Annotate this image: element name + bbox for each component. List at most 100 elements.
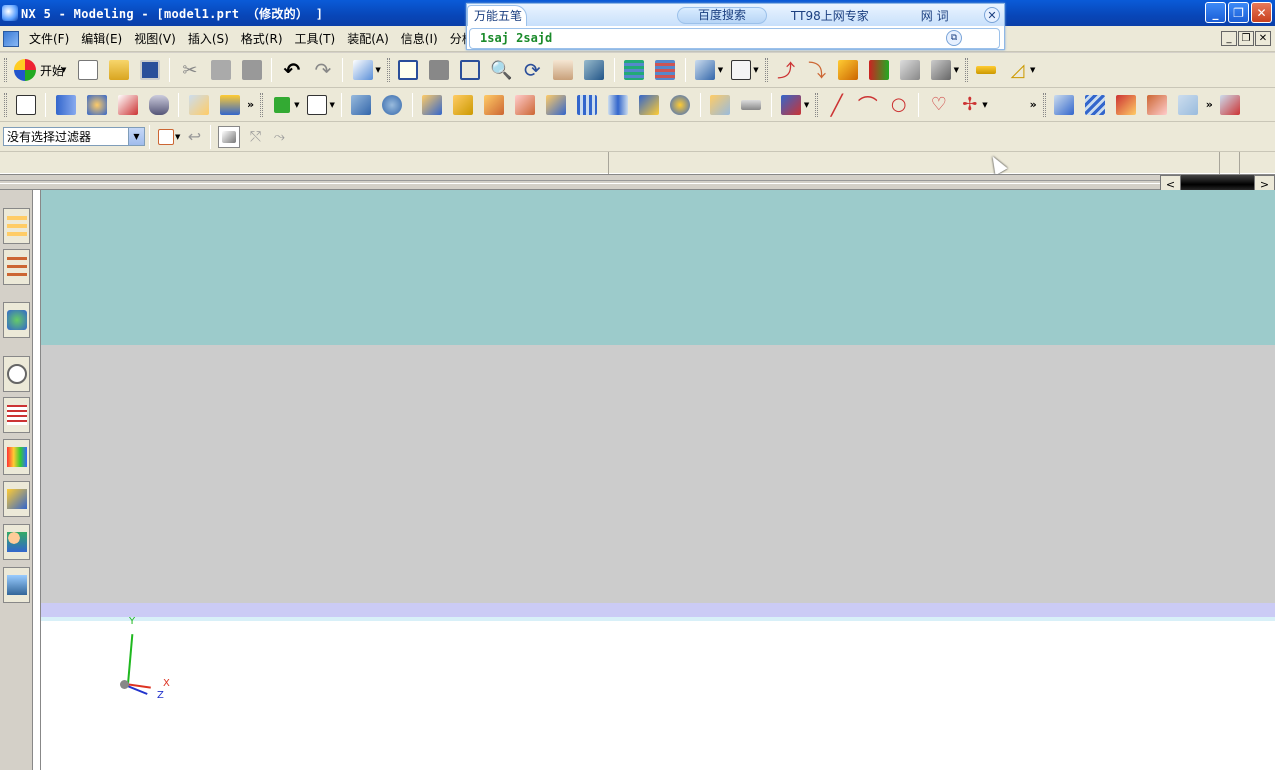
trim-body-icon[interactable] — [637, 92, 662, 117]
chevron-down-icon[interactable]: ▼ — [375, 66, 380, 74]
mirror-icon[interactable] — [606, 92, 631, 117]
toolbar-grip[interactable] — [1042, 92, 1046, 117]
selection-tool-icon[interactable] — [350, 58, 375, 83]
new-file-icon[interactable] — [75, 58, 100, 83]
ime-tab-tt98[interactable]: TT98上网专家 — [785, 7, 875, 24]
reuse-library-tab[interactable] — [3, 397, 30, 433]
datum-axis-icon[interactable] — [217, 92, 242, 117]
menu-edit[interactable]: 编辑(E) — [75, 26, 128, 52]
toolbar-grip[interactable] — [260, 92, 264, 117]
more-tools-icon[interactable]: » — [1206, 98, 1213, 111]
through-mesh-icon[interactable] — [1083, 92, 1108, 117]
swept-surface-icon[interactable] — [1114, 92, 1139, 117]
toolbar-grip[interactable] — [386, 58, 390, 82]
toolbar-grip[interactable] — [964, 58, 968, 82]
menu-insert[interactable]: 插入(S) — [182, 26, 235, 52]
history-clock-tab[interactable] — [3, 356, 30, 392]
datum-plane-icon[interactable] — [186, 92, 211, 117]
assembly-navigator-tab[interactable] — [3, 208, 30, 244]
layer-visibility-icon[interactable] — [653, 58, 678, 83]
more-tools-icon[interactable]: » — [1030, 98, 1037, 111]
layer-settings-icon[interactable] — [622, 58, 647, 83]
chevron-down-icon[interactable]: ▼ — [804, 101, 809, 109]
draft-icon[interactable] — [513, 92, 538, 117]
document-icon[interactable] — [3, 30, 19, 47]
wcs-icon[interactable]: ⤴ — [774, 58, 799, 83]
bounded-plane-icon[interactable] — [1176, 92, 1201, 117]
menu-tools[interactable]: 工具(T) — [289, 26, 342, 52]
open-folder-icon[interactable] — [106, 58, 131, 83]
chevron-down-icon[interactable]: ▼ — [294, 101, 299, 109]
graphics-window[interactable]: Y X Z — [41, 190, 1275, 770]
toolbar-grip[interactable] — [815, 92, 819, 117]
pan-icon[interactable] — [551, 58, 576, 83]
deselect-all-icon[interactable]: ↩ — [185, 124, 203, 149]
measure-angle-icon[interactable]: ◿ — [1005, 58, 1030, 83]
maximize-button[interactable]: ❐ — [1228, 2, 1249, 23]
snap-curve-icon[interactable]: ⤳ — [270, 124, 288, 149]
snap-point-icon[interactable]: ⤲ — [246, 124, 264, 149]
subtract-icon[interactable] — [380, 92, 405, 117]
chevron-down-icon[interactable]: ▼ — [718, 66, 723, 74]
close-button[interactable]: ✕ — [1251, 2, 1272, 23]
shaded-view-icon[interactable] — [427, 58, 452, 83]
copy-icon[interactable] — [208, 58, 233, 83]
chevron-down-icon[interactable]: ▼ — [1030, 66, 1035, 74]
rectangle-icon[interactable] — [305, 92, 330, 117]
render-style-icon[interactable] — [693, 58, 718, 83]
arc-icon[interactable]: ⌒ — [855, 92, 880, 118]
fit-view-icon[interactable] — [396, 58, 421, 83]
shell-icon[interactable] — [544, 92, 569, 117]
ime-settings-icon[interactable]: ⧉ — [946, 30, 962, 46]
point-icon[interactable] — [269, 92, 294, 117]
through-curves-icon[interactable] — [1052, 92, 1077, 117]
web-browser-tab[interactable] — [3, 481, 30, 517]
roles-tab[interactable] — [3, 524, 30, 560]
doc-close-button[interactable]: ✕ — [1255, 31, 1271, 46]
type-filter-dropdown[interactable]: 没有选择过滤器 ▼ — [3, 127, 145, 146]
zoom-icon[interactable]: 🔍 — [489, 58, 514, 83]
toolbar-grip[interactable] — [4, 58, 7, 82]
wcs-rotate-icon[interactable] — [836, 58, 861, 83]
chevron-down-icon[interactable]: ▼ — [175, 133, 180, 141]
studio-spline-icon[interactable]: ✢ — [957, 92, 982, 117]
wcs-origin-icon[interactable]: ⤵ — [805, 58, 830, 83]
save-icon[interactable] — [137, 58, 162, 83]
system-materials-tab[interactable] — [3, 567, 30, 603]
toolbar-grip[interactable] — [4, 92, 7, 117]
ime-close-icon[interactable]: ✕ — [984, 7, 1000, 23]
ruled-surface-icon[interactable] — [1145, 92, 1170, 117]
menu-info[interactable]: 信息(I) — [395, 26, 444, 52]
circle-icon[interactable]: ○ — [886, 92, 911, 117]
offset-face-icon[interactable] — [668, 92, 693, 117]
thicken-icon[interactable] — [739, 92, 764, 117]
wcs-display-icon[interactable] — [898, 58, 923, 83]
minimize-button[interactable]: _ — [1205, 2, 1226, 23]
menu-file[interactable]: 文件(F) — [23, 26, 75, 52]
face-blend-icon[interactable] — [482, 92, 507, 117]
wcs-orient-icon[interactable] — [867, 58, 892, 83]
chevron-down-icon[interactable]: ▼ — [330, 101, 335, 109]
orient-view-icon[interactable] — [728, 58, 753, 83]
toolbar-grip[interactable] — [764, 58, 768, 82]
unite-icon[interactable] — [349, 92, 374, 117]
rotate-icon[interactable]: ⟳ — [520, 58, 545, 83]
select-feature-icon[interactable] — [218, 125, 241, 148]
chamfer-icon[interactable] — [451, 92, 476, 117]
ime-tab-words[interactable]: 网 词 — [915, 7, 955, 24]
menu-assembly[interactable]: 装配(A) — [341, 26, 395, 52]
measure-distance-icon[interactable] — [974, 58, 999, 83]
wcs-save-icon[interactable] — [929, 58, 954, 83]
zoom-window-icon[interactable] — [458, 58, 483, 83]
doc-minimize-button[interactable]: _ — [1221, 31, 1237, 46]
edge-blend-icon[interactable] — [420, 92, 445, 117]
chevron-down-icon[interactable]: ▼ — [128, 128, 144, 145]
cut-icon[interactable]: ✂ — [177, 58, 202, 83]
sew-icon[interactable] — [1218, 92, 1243, 117]
menu-format[interactable]: 格式(R) — [235, 26, 289, 52]
line-icon[interactable]: ╱ — [824, 92, 849, 117]
selection-scope-icon[interactable] — [157, 128, 175, 146]
ime-tab-wubi[interactable]: 万能五笔 — [467, 4, 527, 26]
sketch-icon[interactable] — [13, 92, 38, 117]
extrude-icon[interactable] — [53, 92, 78, 117]
